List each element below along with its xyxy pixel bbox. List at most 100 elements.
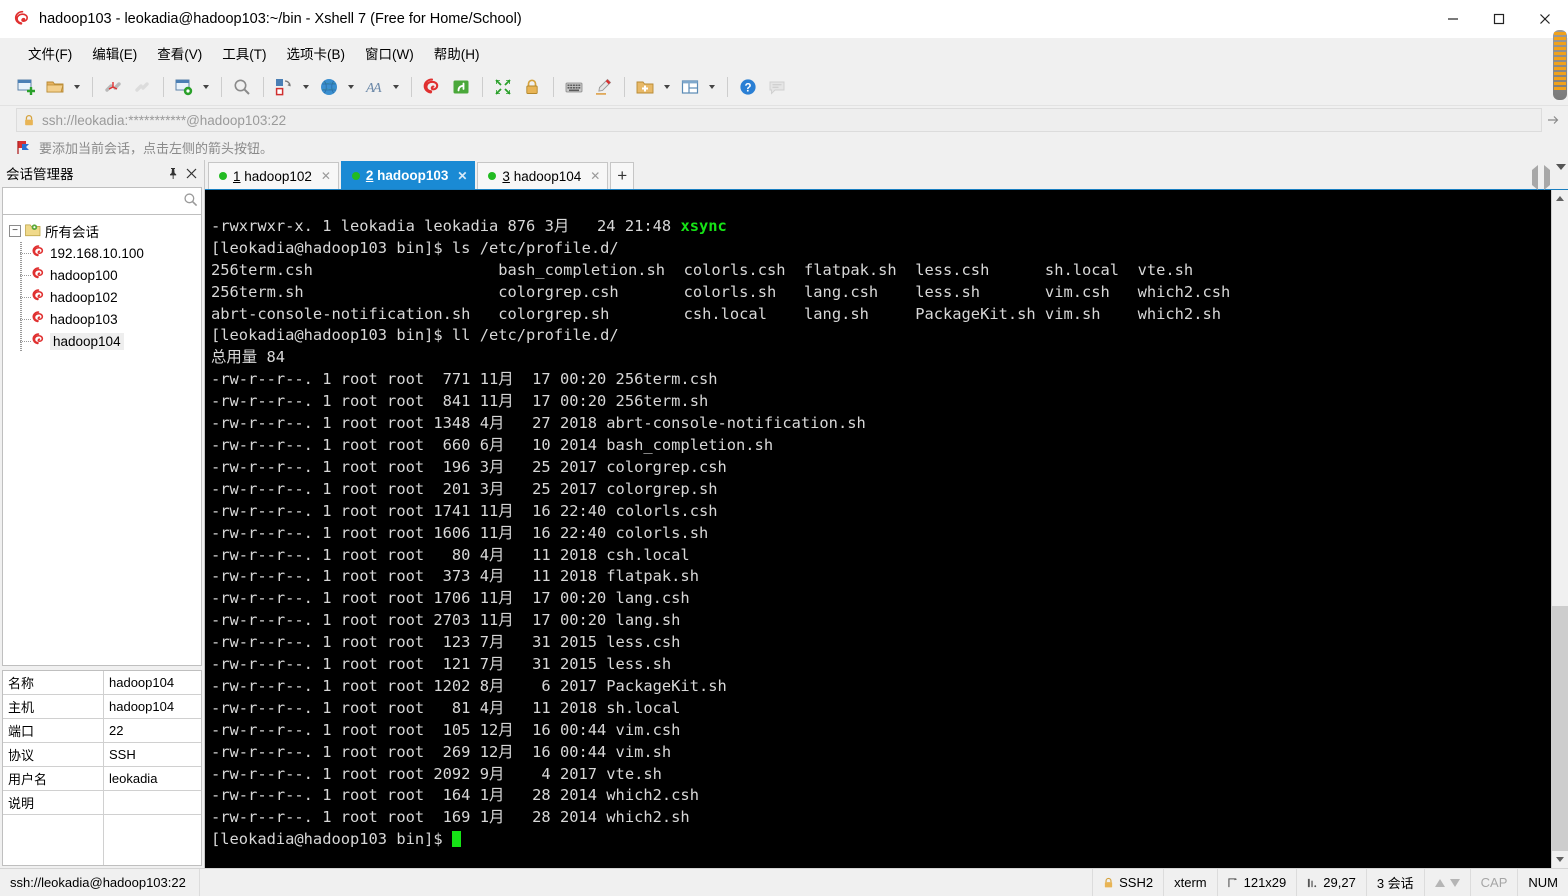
menu-bar: 文件(F) 编辑(E) 查看(V) 工具(T) 选项卡(B) 窗口(W) 帮助(… bbox=[0, 38, 1568, 68]
status-terminal-type: xterm bbox=[1164, 868, 1218, 896]
session-item-hadoop103[interactable]: hadoop103 bbox=[3, 308, 201, 330]
terminal-line: -rw-r--r--. 1 root root 2092 9月 4 2017 v… bbox=[211, 764, 662, 783]
tab-close-icon[interactable]: ✕ bbox=[589, 169, 601, 183]
tab-close-icon[interactable]: ✕ bbox=[456, 169, 468, 183]
tree-collapse-toggle[interactable]: − bbox=[9, 225, 21, 237]
red-flag-icon bbox=[16, 139, 32, 155]
menu-view[interactable]: 查看(V) bbox=[147, 39, 212, 67]
open-folder-dropdown-icon[interactable] bbox=[70, 73, 83, 101]
globe-dropdown-icon[interactable] bbox=[344, 73, 357, 101]
search-input[interactable] bbox=[7, 193, 183, 209]
add-folder-dropdown-icon[interactable] bbox=[660, 73, 673, 101]
scrollbar-track[interactable] bbox=[1552, 207, 1568, 851]
terminal-prompt: [leokadia@hadoop103 bin]$ bbox=[211, 830, 452, 849]
tab-status-dot bbox=[219, 172, 227, 180]
session-item-hadoop100[interactable]: hadoop100 bbox=[3, 264, 201, 286]
terminal-line: -rw-r--r--. 1 root root 1706 11月 17 00:2… bbox=[211, 589, 690, 608]
comment-icon[interactable] bbox=[763, 73, 791, 101]
tab-list-dropdown-icon[interactable] bbox=[1556, 164, 1566, 185]
disconnect-icon[interactable] bbox=[99, 73, 127, 101]
menu-tabs[interactable]: 选项卡(B) bbox=[277, 39, 356, 67]
menu-tools[interactable]: 工具(T) bbox=[212, 39, 276, 67]
menu-window[interactable]: 窗口(W) bbox=[355, 39, 424, 67]
session-properties-icon[interactable] bbox=[170, 73, 198, 101]
maximize-button[interactable] bbox=[1476, 0, 1522, 38]
terminal-output[interactable]: -rwxrwxr-x. 1 leokadia leokadia 876 3月 2… bbox=[205, 190, 1551, 868]
tab-hadoop102[interactable]: 1 hadoop102 ✕ bbox=[208, 162, 339, 189]
lock-icon bbox=[1103, 877, 1114, 889]
tab-hadoop104[interactable]: 3 hadoop104 ✕ bbox=[477, 162, 609, 189]
session-label: hadoop102 bbox=[50, 289, 118, 305]
scroll-down-icon[interactable] bbox=[1552, 851, 1568, 868]
property-key: 协议 bbox=[3, 743, 104, 766]
keyboard-icon[interactable] bbox=[560, 73, 588, 101]
status-connection: ssh://leokadia@hadoop103:22 bbox=[0, 868, 200, 896]
tree-line bbox=[20, 286, 32, 308]
new-session-icon[interactable] bbox=[12, 73, 40, 101]
menu-edit[interactable]: 编辑(E) bbox=[82, 39, 147, 67]
resize-icon bbox=[1227, 877, 1239, 889]
title-bar: hadoop103 - leokadia@hadoop103:~/bin - X… bbox=[0, 0, 1568, 38]
tab-label: 2 hadoop103 bbox=[366, 168, 449, 183]
globe-icon[interactable] bbox=[315, 73, 343, 101]
session-item-192-168-10-100[interactable]: 192.168.10.100 bbox=[3, 242, 201, 264]
open-folder-icon[interactable] bbox=[41, 73, 69, 101]
scrollbar-thumb[interactable] bbox=[1552, 606, 1568, 851]
xshell-logo-icon[interactable] bbox=[418, 73, 446, 101]
xshell-window: hadoop103 - leokadia@hadoop103:~/bin - X… bbox=[0, 0, 1568, 896]
pin-icon[interactable] bbox=[164, 163, 182, 183]
property-row: 主机 hadoop104 bbox=[3, 695, 201, 719]
address-go-icon[interactable] bbox=[1542, 108, 1564, 132]
help-icon[interactable]: ? bbox=[734, 73, 762, 101]
xftp-icon[interactable] bbox=[447, 73, 475, 101]
fullscreen-icon[interactable] bbox=[489, 73, 517, 101]
find-icon[interactable] bbox=[228, 73, 256, 101]
tree-line bbox=[20, 330, 32, 352]
terminal-line: [leokadia@hadoop103 bin]$ ll /etc/profil… bbox=[211, 326, 619, 345]
app-logo-icon bbox=[13, 10, 31, 28]
tab-scroll-left-icon[interactable] bbox=[1532, 165, 1538, 190]
layout-dropdown-icon[interactable] bbox=[705, 73, 718, 101]
tree-root-all-sessions[interactable]: − 所有会话 bbox=[3, 220, 201, 242]
search-icon[interactable] bbox=[183, 192, 198, 210]
file-transfer-icon[interactable] bbox=[270, 73, 298, 101]
status-sessions: 3 会话 bbox=[1367, 868, 1425, 896]
add-folder-icon[interactable] bbox=[631, 73, 659, 101]
tab-close-icon[interactable]: ✕ bbox=[320, 169, 332, 183]
layout-icon[interactable] bbox=[676, 73, 704, 101]
session-label: hadoop100 bbox=[50, 267, 118, 283]
toolbar-separator bbox=[263, 76, 264, 97]
reconnect-icon[interactable] bbox=[128, 73, 156, 101]
toolbar-separator bbox=[163, 76, 164, 97]
address-field[interactable]: ssh://leokadia:***********@hadoop103:22 bbox=[16, 108, 1542, 132]
font-icon[interactable]: A A bbox=[360, 73, 388, 101]
tree-line bbox=[20, 308, 32, 330]
file-transfer-dropdown-icon[interactable] bbox=[299, 73, 312, 101]
tab-name: hadoop103 bbox=[377, 168, 449, 183]
close-icon[interactable] bbox=[182, 163, 200, 183]
font-dropdown-icon[interactable] bbox=[389, 73, 402, 101]
session-search-box[interactable] bbox=[2, 187, 202, 215]
property-value: hadoop104 bbox=[109, 699, 175, 714]
status-cap: CAP bbox=[1471, 868, 1519, 896]
terminal-line: [leokadia@hadoop103 bin]$ ls /etc/profil… bbox=[211, 238, 619, 257]
terminal-scrollbar[interactable] bbox=[1551, 190, 1568, 868]
property-value: SSH bbox=[109, 747, 136, 762]
tab-scroll-right-icon[interactable] bbox=[1544, 165, 1550, 190]
highlight-icon[interactable] bbox=[589, 73, 617, 101]
menu-file[interactable]: 文件(F) bbox=[18, 39, 82, 67]
session-item-hadoop102[interactable]: hadoop102 bbox=[3, 286, 201, 308]
tab-hadoop103[interactable]: 2 hadoop103 ✕ bbox=[340, 161, 476, 189]
new-tab-button[interactable]: + bbox=[610, 162, 635, 189]
lock-icon[interactable] bbox=[518, 73, 546, 101]
status-protocol-label: SSH2 bbox=[1119, 875, 1154, 890]
property-value: hadoop104 bbox=[109, 675, 175, 690]
session-properties-dropdown-icon[interactable] bbox=[199, 73, 212, 101]
menu-help[interactable]: 帮助(H) bbox=[424, 39, 490, 67]
session-properties-grid: 名称 hadoop104 主机 hadoop104 端口 22 协议 SSH 用… bbox=[2, 670, 202, 866]
toolbar: A A ? bbox=[0, 68, 1568, 106]
minimize-button[interactable] bbox=[1430, 0, 1476, 38]
address-value: ssh://leokadia:***********@hadoop103:22 bbox=[42, 112, 287, 128]
session-item-hadoop104[interactable]: hadoop104 bbox=[3, 330, 201, 352]
scroll-up-icon[interactable] bbox=[1552, 190, 1568, 207]
